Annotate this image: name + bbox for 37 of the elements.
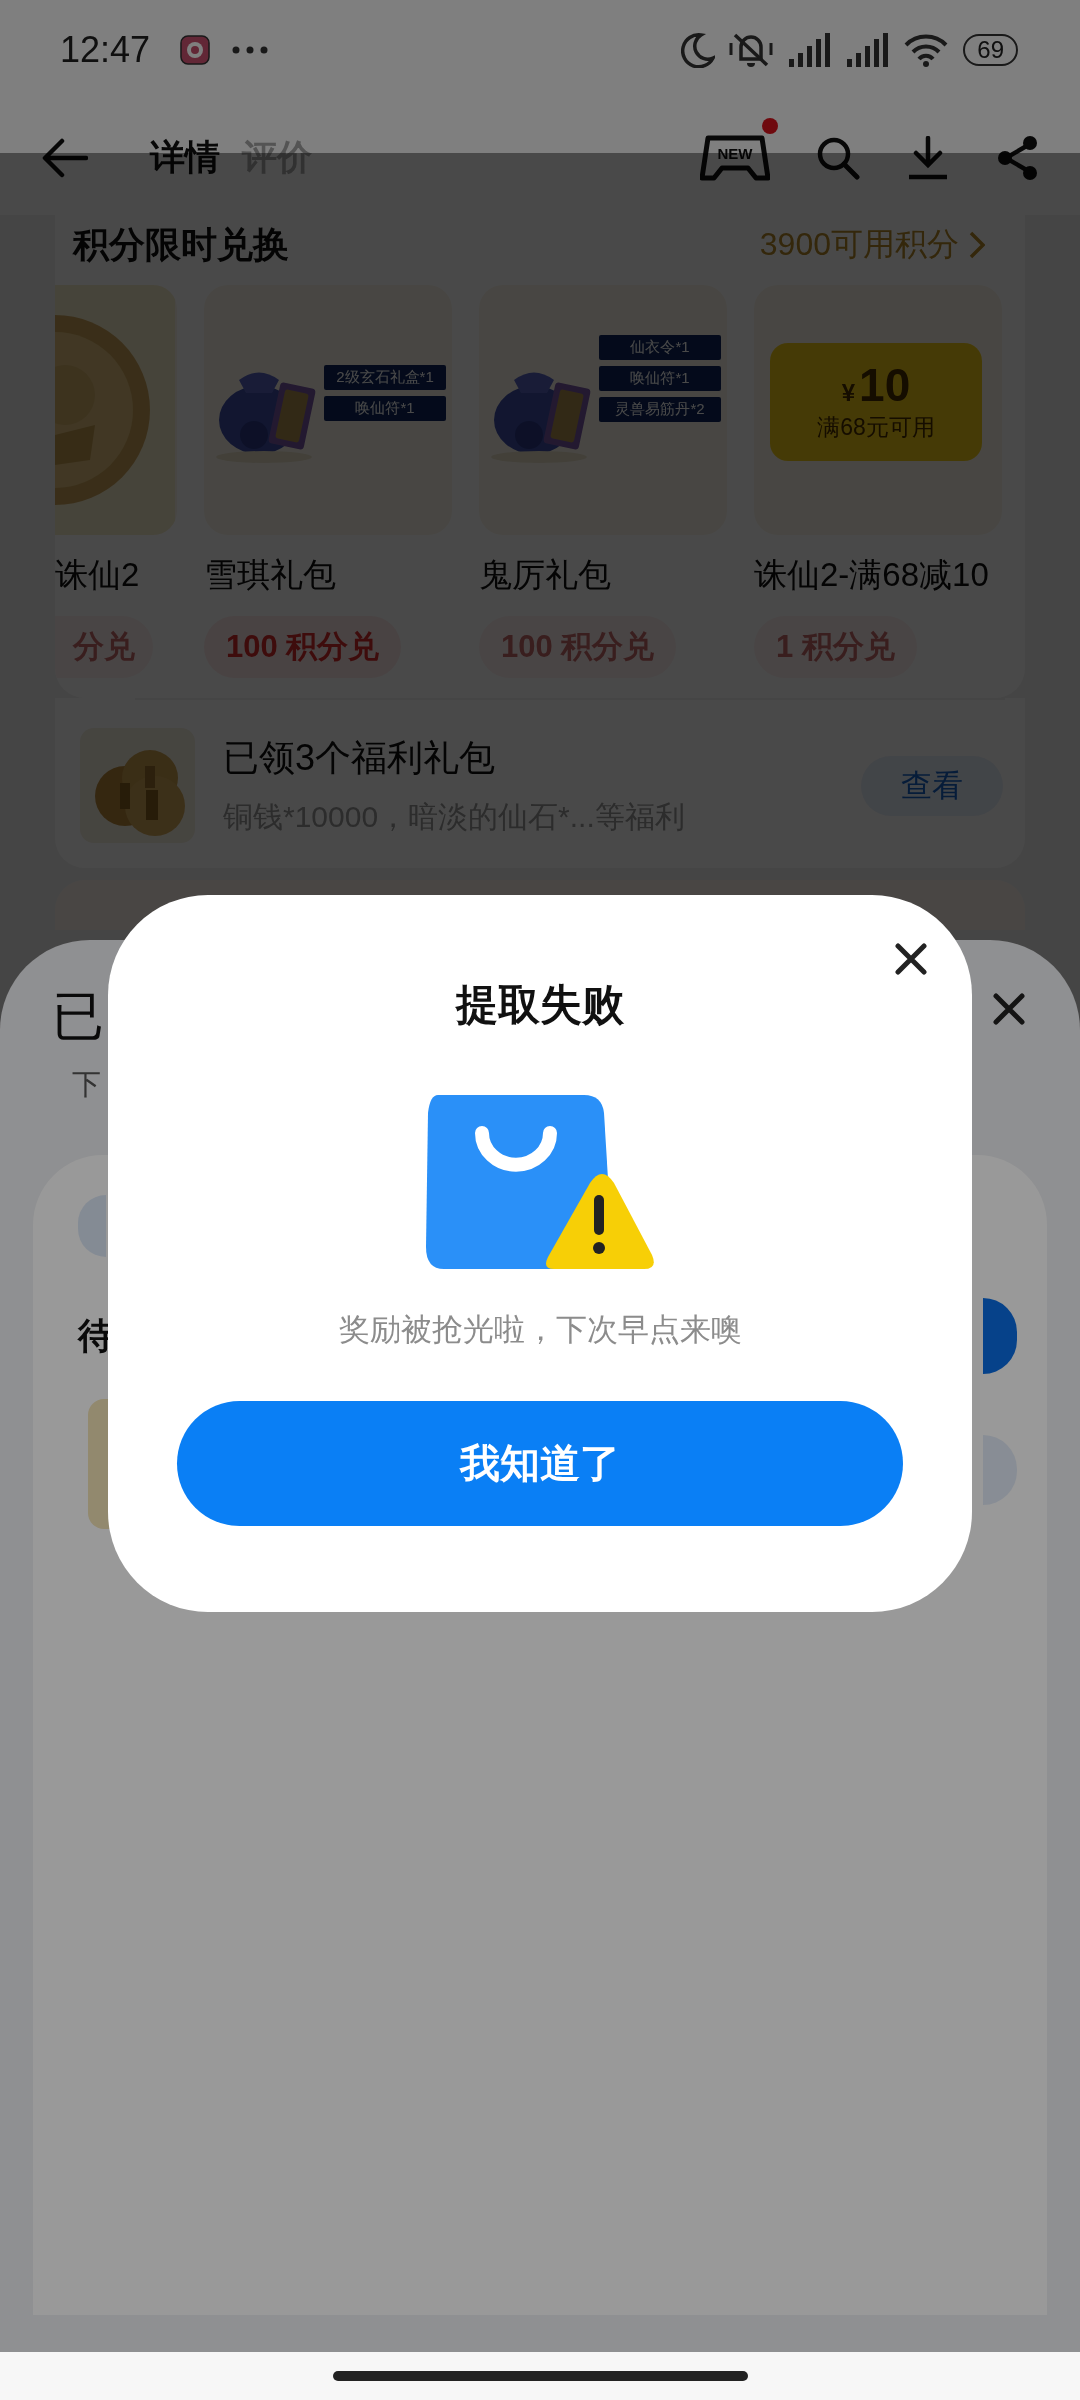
currency-sign: ¥ (841, 378, 856, 407)
signal-icon (845, 32, 890, 68)
tab[interactable]: 详情 (150, 134, 220, 181)
back-arrow-icon[interactable] (42, 137, 88, 178)
bag-warning-icon (426, 1095, 654, 1271)
dialog-message: 奖励被抢光啦，下次早点来噢 (338, 1311, 742, 1349)
close-icon[interactable] (895, 943, 927, 975)
item-name: 鬼厉礼包 (479, 555, 611, 595)
item-tag: 唤仙符*1 (324, 396, 446, 421)
app-icon (180, 35, 211, 65)
confirm-button[interactable]: 我知道了 (177, 1401, 903, 1526)
item-name: 诛仙2 (55, 555, 140, 595)
sheet-title: 已 (52, 986, 104, 1047)
section-title: 积分限时兑换 (73, 222, 289, 267)
clock-time: 12:47 (60, 29, 151, 71)
item-tag: 唤仙符*1 (599, 366, 721, 391)
welfare-title: 已领3个福利礼包 (223, 735, 497, 780)
dialog-title: 提取失败 (456, 980, 624, 1030)
wifi-icon (903, 32, 950, 68)
view-button[interactable]: 查看 (861, 755, 1003, 816)
item-tag: 仙衣令*1 (599, 335, 721, 360)
share-icon[interactable] (996, 134, 1040, 181)
points-link[interactable]: 3900可用积分 (759, 223, 985, 267)
item-name: 雪琪礼包 (204, 555, 336, 595)
item-name: 诛仙2-满68减10 (754, 555, 989, 595)
battery-level: 69 (963, 34, 1018, 66)
moon-icon (681, 32, 716, 68)
download-icon[interactable] (906, 135, 950, 180)
close-icon[interactable] (993, 993, 1025, 1025)
item-tag: 灵兽易筋丹*2 (599, 397, 721, 422)
item-tag: 2级玄石礼盒*1 (324, 365, 446, 390)
muted-bell-icon (729, 31, 774, 69)
chevron-right-icon (969, 231, 985, 259)
search-icon[interactable] (816, 135, 860, 180)
signal-icon (787, 32, 832, 68)
more-icon (232, 46, 269, 54)
sheet-subtitle: 下 (72, 1067, 102, 1103)
